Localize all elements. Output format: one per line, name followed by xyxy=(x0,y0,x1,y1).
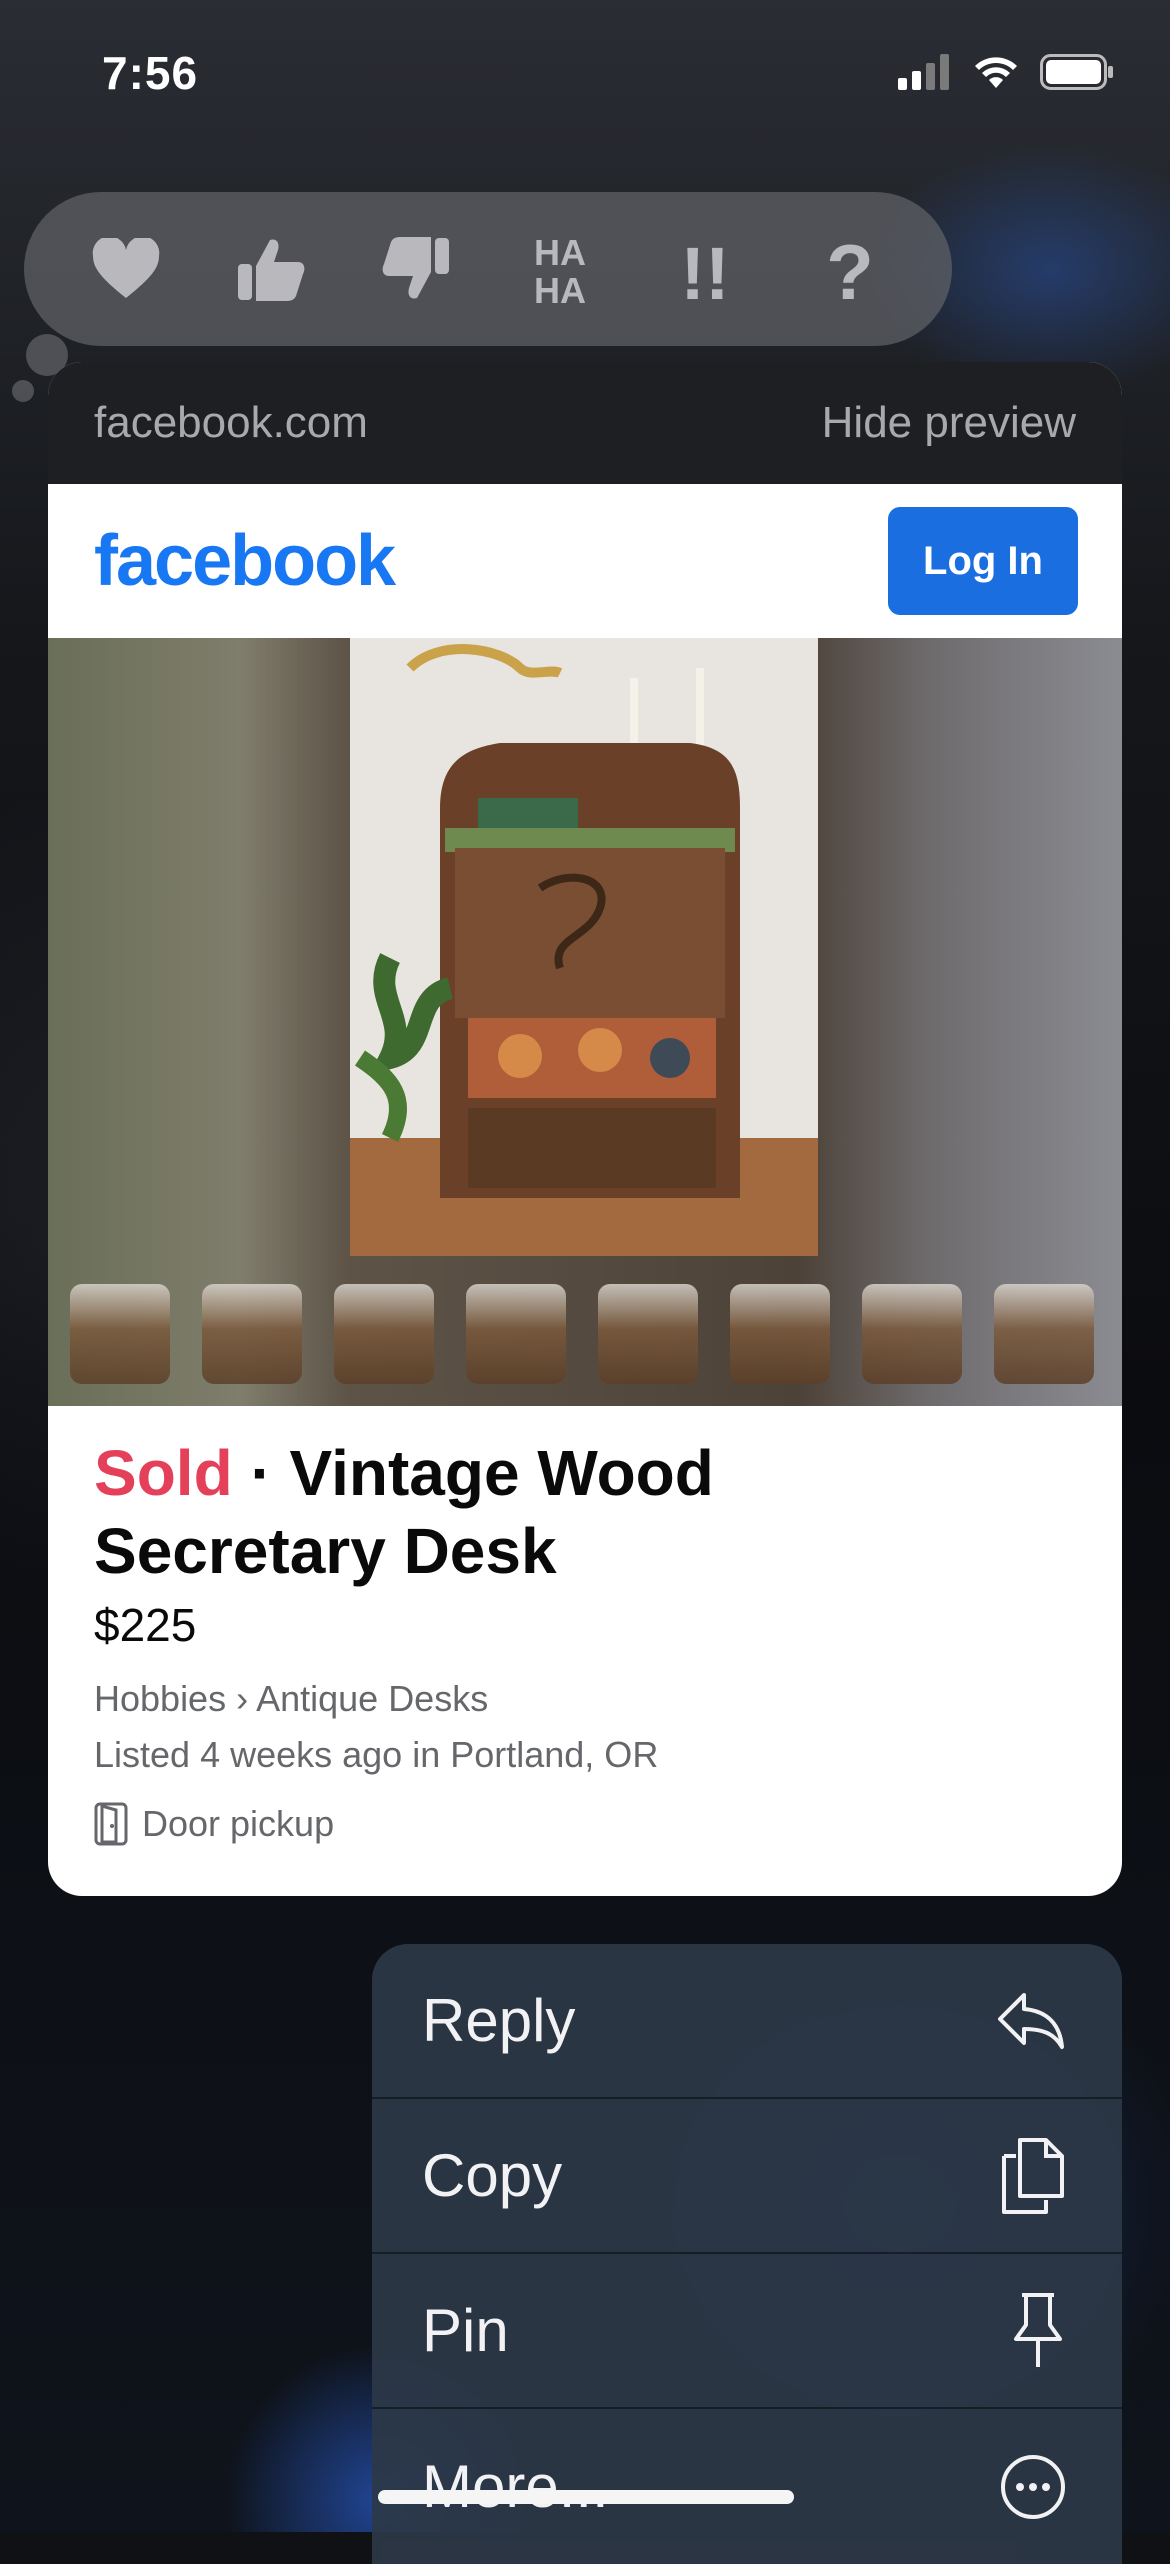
delivery-method: Door pickup xyxy=(94,1802,1076,1846)
copy-label: Copy xyxy=(422,2142,563,2209)
listing-info: Sold · Vintage Wood Secretary Desk $225 … xyxy=(48,1406,1122,1846)
listing-location: Listed 4 weeks ago in Portland, OR xyxy=(94,1734,659,1775)
reply-label: Reply xyxy=(422,1987,576,2054)
listing-gallery xyxy=(48,638,1122,1406)
pin-icon xyxy=(1014,2292,1062,2367)
thumbs-up-icon xyxy=(237,239,305,301)
svg-text:?: ? xyxy=(826,233,874,305)
pin-menu-item[interactable]: Pin xyxy=(372,2254,1122,2409)
reply-menu-item[interactable]: Reply xyxy=(372,1944,1122,2099)
pin-label: Pin xyxy=(422,2297,509,2364)
sold-status: Sold xyxy=(94,1437,233,1509)
svg-text:!!: !! xyxy=(680,233,729,305)
copy-icon xyxy=(1002,2137,1064,2214)
listing-main-photo[interactable] xyxy=(350,638,818,1256)
delivery-label: Door pickup xyxy=(142,1803,335,1844)
thumbnail[interactable] xyxy=(202,1284,302,1384)
double-exclamation-icon: !! xyxy=(680,233,729,305)
reply-icon xyxy=(998,1992,1064,2049)
facebook-header: facebook Log In xyxy=(48,484,1122,638)
door-icon xyxy=(94,1802,128,1846)
heart-reaction[interactable] xyxy=(81,224,171,314)
thumbnail[interactable] xyxy=(598,1284,698,1384)
log-in-button[interactable]: Log In xyxy=(888,507,1078,615)
haha-reaction[interactable]: HA HA xyxy=(515,224,605,314)
hide-preview-button[interactable]: Hide preview xyxy=(822,398,1076,448)
svg-text:HA: HA xyxy=(534,232,586,273)
thumbnail[interactable] xyxy=(466,1284,566,1384)
wifi-icon xyxy=(975,57,1017,88)
thumbnail-strip xyxy=(70,1284,1094,1384)
thumbnail[interactable] xyxy=(70,1284,170,1384)
more-menu-item[interactable]: More... xyxy=(372,2409,1122,2564)
thumbs-up-reaction[interactable] xyxy=(226,224,316,314)
context-menu: Reply Copy Pin More... xyxy=(372,1944,1122,2564)
cellular-signal-icon xyxy=(898,54,949,90)
tapback-tail-bubble-small xyxy=(12,380,34,402)
thumbnail[interactable] xyxy=(730,1284,830,1384)
more-ellipsis-icon xyxy=(1001,2454,1065,2519)
home-indicator[interactable] xyxy=(378,2490,794,2504)
question-reaction[interactable]: ? xyxy=(805,224,895,314)
haha-icon: HA HA xyxy=(534,232,586,307)
tapback-bar: HA HA !! ? xyxy=(24,192,952,346)
listing-price: $225 xyxy=(94,1599,197,1651)
svg-text:HA: HA xyxy=(534,270,586,307)
listing-category: Hobbies › Antique Desks xyxy=(94,1678,489,1719)
link-preview-card[interactable]: facebook.com Hide preview facebook Log I… xyxy=(48,362,1122,1896)
thumbnail[interactable] xyxy=(994,1284,1094,1384)
facebook-logo: facebook xyxy=(94,521,396,601)
status-time: 7:56 xyxy=(102,47,199,99)
preview-domain: facebook.com xyxy=(94,398,368,447)
emphasize-reaction[interactable]: !! xyxy=(660,224,750,314)
copy-menu-item[interactable]: Copy xyxy=(372,2099,1122,2254)
battery-icon xyxy=(1040,54,1113,90)
desk-photo xyxy=(350,638,818,1256)
thumbs-down-reaction[interactable] xyxy=(371,224,461,314)
thumbnail[interactable] xyxy=(334,1284,434,1384)
listing-title: Sold · Vintage Wood Secretary Desk xyxy=(94,1434,854,1590)
status-icons xyxy=(898,54,1114,90)
thumbnail[interactable] xyxy=(862,1284,962,1384)
preview-header: facebook.com Hide preview xyxy=(48,362,1122,484)
title-separator: · xyxy=(232,1437,290,1509)
heart-icon xyxy=(93,238,160,298)
thumbs-down-icon xyxy=(382,237,449,299)
question-mark-icon: ? xyxy=(826,233,874,305)
more-label: More... xyxy=(422,2453,609,2520)
